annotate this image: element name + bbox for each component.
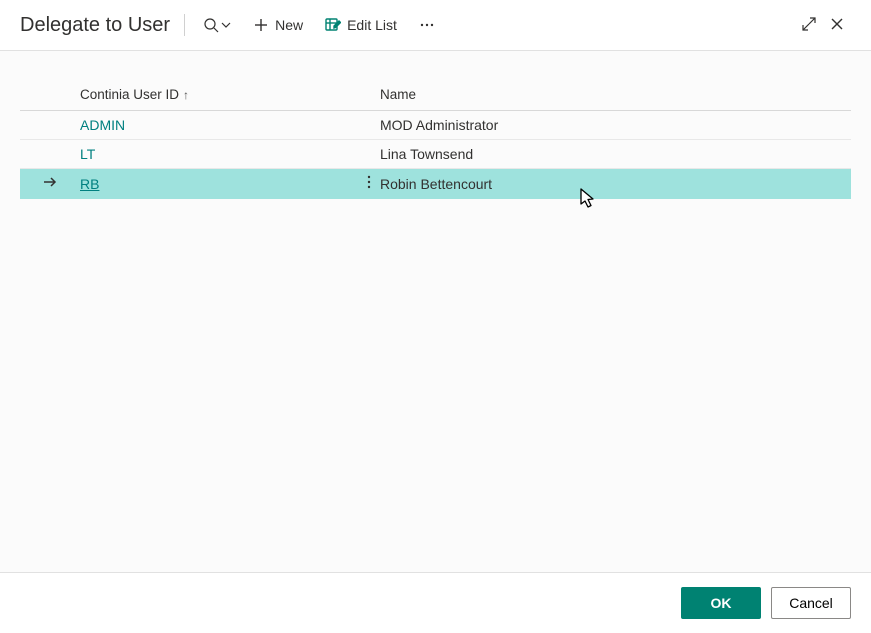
row-actions[interactable] bbox=[359, 140, 380, 169]
expand-icon bbox=[801, 16, 817, 35]
edit-list-button[interactable]: Edit List bbox=[317, 13, 405, 37]
close-icon bbox=[829, 16, 845, 35]
column-header-name[interactable]: Name bbox=[380, 81, 851, 111]
dialog-header: Delegate to User New bbox=[0, 0, 871, 50]
more-options-button[interactable] bbox=[411, 13, 443, 37]
ok-button[interactable]: OK bbox=[681, 587, 761, 619]
search-icon bbox=[203, 17, 219, 33]
new-button[interactable]: New bbox=[245, 13, 311, 37]
cancel-button[interactable]: Cancel bbox=[771, 587, 851, 619]
close-button[interactable] bbox=[823, 11, 851, 39]
user-name-cell: Robin Bettencourt bbox=[380, 169, 851, 199]
new-label: New bbox=[275, 17, 303, 33]
row-indicator bbox=[20, 169, 80, 199]
page-title: Delegate to User bbox=[20, 14, 170, 37]
user-id-link[interactable]: LT bbox=[80, 146, 95, 162]
dialog-body: Continia User ID↑ Name ADMIN MOD Administ… bbox=[0, 50, 871, 573]
edit-list-label: Edit List bbox=[347, 17, 397, 33]
edit-list-icon bbox=[325, 17, 341, 33]
column-select bbox=[20, 81, 80, 111]
user-name-cell: Lina Townsend bbox=[380, 140, 851, 169]
divider bbox=[184, 14, 185, 36]
plus-icon bbox=[253, 17, 269, 33]
dialog-footer: OK Cancel bbox=[0, 573, 871, 633]
sort-asc-icon: ↑ bbox=[183, 88, 189, 102]
chevron-down-icon bbox=[221, 17, 231, 33]
user-table: Continia User ID↑ Name ADMIN MOD Administ… bbox=[20, 81, 851, 199]
row-actions[interactable] bbox=[359, 111, 380, 140]
user-id-link[interactable]: ADMIN bbox=[80, 117, 125, 133]
column-header-id[interactable]: Continia User ID↑ bbox=[80, 81, 380, 111]
table-row[interactable]: ADMIN MOD Administrator bbox=[20, 111, 851, 140]
user-id-link[interactable]: RB bbox=[80, 176, 99, 192]
row-indicator bbox=[20, 111, 80, 140]
table-row[interactable]: LT Lina Townsend bbox=[20, 140, 851, 169]
expand-button[interactable] bbox=[795, 11, 823, 39]
table-row[interactable]: RB Robin Bettencourt bbox=[20, 169, 851, 199]
search-button[interactable] bbox=[195, 13, 239, 37]
row-actions[interactable] bbox=[359, 169, 380, 199]
row-indicator bbox=[20, 140, 80, 169]
user-name-cell: MOD Administrator bbox=[380, 111, 851, 140]
more-horizontal-icon bbox=[419, 17, 435, 33]
